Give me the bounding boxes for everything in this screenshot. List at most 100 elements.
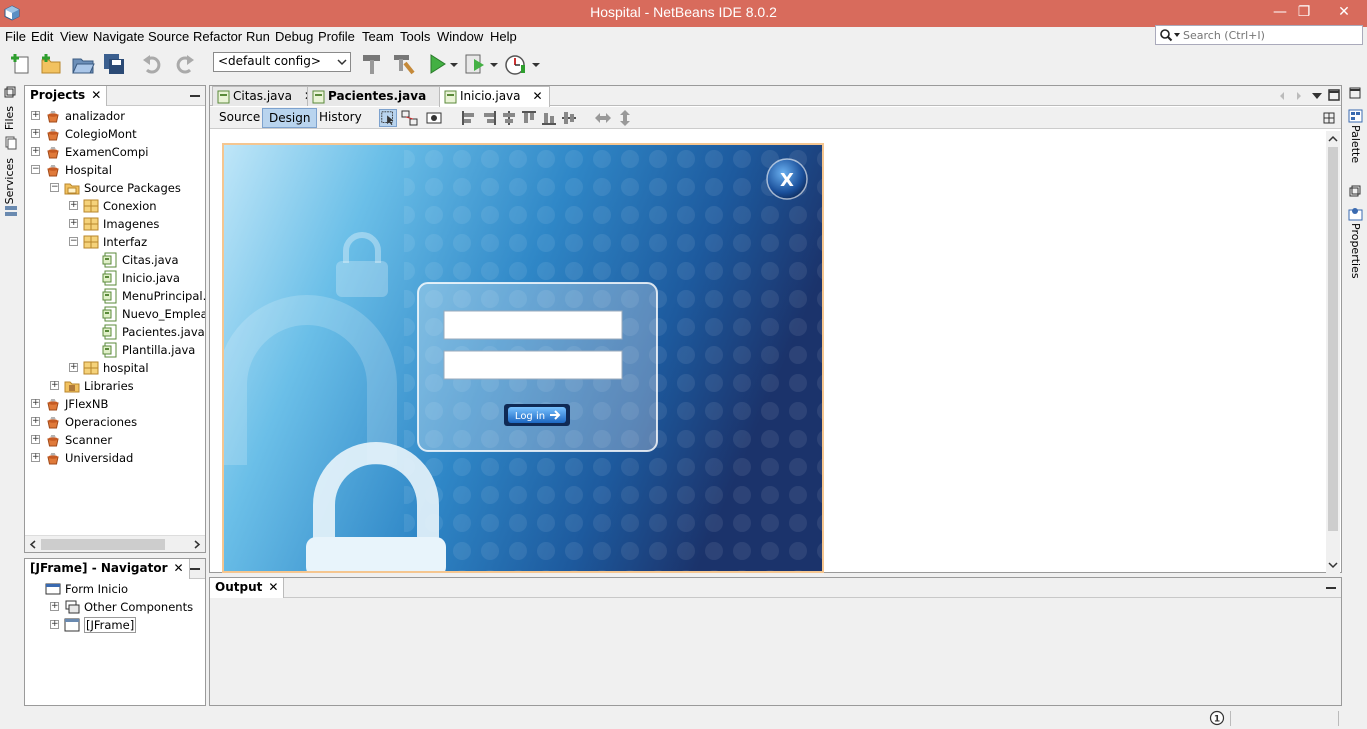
expand-icon[interactable]: + — [31, 453, 40, 462]
center-horizontally-icon[interactable] — [500, 109, 518, 127]
files-tab[interactable]: Files — [3, 106, 16, 130]
scroll-up-icon[interactable] — [1328, 135, 1338, 143]
menu-team[interactable]: Team — [362, 29, 394, 44]
expand-icon[interactable]: + — [31, 111, 40, 120]
project-tree-item[interactable]: − Interfaz — [25, 233, 205, 251]
expand-icon[interactable]: + — [69, 201, 78, 210]
align-top-icon[interactable] — [520, 109, 538, 127]
project-tree-item[interactable]: + ExamenCompi — [25, 143, 205, 161]
jframe-design-canvas[interactable]: X Log in — [222, 143, 824, 573]
project-tree-item[interactable]: MenuPrincipal.java — [25, 287, 205, 305]
collapse-icon[interactable]: − — [31, 165, 40, 174]
navigator-tree-item[interactable]: + [JFrame] — [25, 616, 205, 634]
project-tree-item[interactable]: Inicio.java — [25, 269, 205, 287]
preview-design-icon[interactable] — [425, 109, 443, 127]
menu-edit[interactable]: Edit — [31, 29, 53, 44]
project-tree-item[interactable]: + JFlexNB — [25, 395, 205, 413]
expand-icon[interactable]: + — [31, 147, 40, 156]
horizontal-scrollbar[interactable] — [25, 535, 205, 552]
redo-icon[interactable] — [171, 51, 197, 77]
menu-debug[interactable]: Debug — [275, 29, 313, 44]
project-tree-item[interactable]: + Imagenes — [25, 215, 205, 233]
services-tab[interactable]: Services — [3, 158, 16, 204]
expand-icon[interactable]: + — [69, 363, 78, 372]
menu-source[interactable]: Source — [148, 29, 189, 44]
project-tree-item[interactable]: Citas.java — [25, 251, 205, 269]
vertical-scrollbar[interactable] — [1326, 131, 1340, 573]
design-view-button[interactable]: Design — [262, 108, 318, 128]
expand-icon[interactable]: + — [69, 219, 78, 228]
config-select[interactable]: <default config> — [213, 52, 351, 72]
expand-icon[interactable]: + — [31, 399, 40, 408]
expand-icon[interactable]: + — [31, 417, 40, 426]
project-tree-item[interactable]: + Scanner — [25, 431, 205, 449]
minimize-panel-icon[interactable] — [190, 568, 200, 570]
align-bottom-icon[interactable] — [540, 109, 558, 127]
collapse-icon[interactable]: − — [69, 237, 78, 246]
maximize-icon[interactable] — [1328, 89, 1340, 101]
project-tree-item[interactable]: + Conexion — [25, 197, 205, 215]
navigator-tab[interactable]: [JFrame] - Navigator ✕ — [25, 559, 190, 579]
selection-mode-icon[interactable] — [379, 109, 397, 127]
username-field[interactable] — [443, 310, 623, 340]
menu-view[interactable]: View — [60, 29, 88, 44]
scroll-down-icon[interactable] — [1328, 561, 1338, 569]
minimize-group-icon[interactable] — [1349, 87, 1361, 99]
palette-tab[interactable]: Palette — [1349, 125, 1362, 163]
menu-file[interactable]: File — [5, 29, 26, 44]
menu-profile[interactable]: Profile — [318, 29, 355, 44]
run-dropdown-icon[interactable] — [449, 51, 459, 77]
scroll-tabs-left-icon[interactable] — [1278, 91, 1286, 101]
close-icon[interactable]: ✕ — [533, 89, 543, 103]
project-tree-item[interactable]: Nuevo_Empleado.java — [25, 305, 205, 323]
center-vertically-icon[interactable] — [560, 109, 578, 127]
restore-button[interactable]: ❐ — [1290, 0, 1318, 26]
menu-window[interactable]: Window — [437, 29, 483, 44]
history-view-button[interactable]: History — [313, 108, 368, 128]
tab-inicio[interactable]: Inicio.java ✕ — [439, 86, 550, 107]
new-project-icon[interactable] — [38, 51, 64, 77]
expand-icon[interactable]: + — [31, 435, 40, 444]
properties-tab[interactable]: Properties — [1349, 223, 1362, 279]
project-tree-item[interactable]: Pacientes.java — [25, 323, 205, 341]
change-vertical-resizability-icon[interactable] — [616, 109, 634, 127]
source-view-button[interactable]: Source — [213, 108, 266, 128]
scroll-left-icon[interactable] — [29, 540, 37, 549]
expand-icon[interactable]: + — [50, 381, 59, 390]
project-tree-item[interactable]: Plantilla.java — [25, 341, 205, 359]
tab-pacientes[interactable]: Pacientes.java✕ — [307, 86, 456, 106]
menu-help[interactable]: Help — [490, 29, 517, 44]
expand-icon[interactable]: + — [50, 620, 59, 629]
scroll-tabs-right-icon[interactable] — [1295, 91, 1303, 101]
expand-icon[interactable]: + — [50, 602, 59, 611]
new-file-icon[interactable] — [8, 51, 34, 77]
navigator-tree-item[interactable]: + Other Components — [25, 598, 205, 616]
collapse-icon[interactable]: − — [50, 183, 59, 192]
profile-icon[interactable] — [502, 51, 528, 77]
restore-group-icon[interactable] — [1349, 185, 1361, 197]
profile-dropdown-icon[interactable] — [531, 51, 541, 77]
run-icon[interactable] — [424, 51, 450, 77]
clean-build-icon[interactable] — [390, 51, 416, 77]
expand-icon[interactable]: + — [31, 129, 40, 138]
close-icon[interactable]: ✕ — [91, 88, 101, 102]
toggle-split-icon[interactable] — [1322, 109, 1336, 127]
password-field[interactable] — [443, 350, 623, 380]
project-tree-item[interactable]: + analizador — [25, 107, 205, 125]
close-icon[interactable]: ✕ — [174, 561, 184, 575]
menu-refactor[interactable]: Refactor — [193, 29, 242, 44]
close-icon[interactable]: ✕ — [268, 580, 278, 594]
open-project-icon[interactable] — [70, 51, 96, 77]
menu-run[interactable]: Run — [246, 29, 270, 44]
menu-tools[interactable]: Tools — [400, 29, 430, 44]
project-tree-item[interactable]: + hospital — [25, 359, 205, 377]
project-tree-item[interactable]: + Universidad — [25, 449, 205, 467]
restore-group-icon[interactable] — [4, 86, 16, 98]
search-input[interactable] — [1183, 27, 1358, 43]
debug-dropdown-icon[interactable] — [489, 51, 499, 77]
align-right-icon[interactable] — [480, 109, 498, 127]
build-hammer-icon[interactable] — [359, 51, 385, 77]
menu-navigate[interactable]: Navigate — [93, 29, 144, 44]
connection-mode-icon[interactable] — [401, 109, 419, 127]
undo-icon[interactable] — [140, 51, 166, 77]
